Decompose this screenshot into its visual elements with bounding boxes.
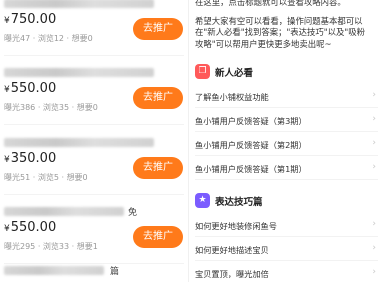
blurred-listing-title — [4, 266, 104, 275]
divider — [4, 194, 184, 195]
listing-price: ¥550.00 — [4, 220, 57, 235]
chevron-right-icon: › — [372, 114, 376, 124]
gift-icon: ❐ — [195, 64, 210, 79]
blurred-listing-title — [4, 207, 124, 216]
promote-button[interactable]: 去推广 — [133, 226, 183, 248]
listing-item[interactable]: 免 ¥550.00 曝光295 · 浏览33 · 想要1 去推广 — [0, 206, 188, 264]
section-header-newbie: ❐ 新人必看 — [195, 62, 375, 82]
listing-stats: 曝光295 · 浏览33 · 想要1 — [4, 242, 98, 251]
listing-price: ¥750.00 — [4, 12, 57, 27]
promote-button[interactable]: 去推广 — [133, 157, 183, 179]
guide-item[interactable]: 如何更好地装修闲鱼号 › — [195, 215, 378, 237]
blurred-listing-title — [4, 68, 154, 77]
listing-price: ¥550.00 — [4, 81, 57, 96]
section-header-expression: ★ 表达技巧篇 — [195, 191, 375, 211]
listing-stats: 曝光47 · 浏览12 · 想要0 — [4, 34, 93, 43]
chevron-right-icon: › — [372, 162, 376, 172]
listing-item[interactable]: 篇 — [0, 262, 188, 282]
listing-price: ¥350.00 — [4, 151, 57, 166]
star-icon: ★ — [195, 193, 210, 208]
my-listings-panel: ¥750.00 曝光47 · 浏览12 · 想要0 去推广 ¥550.00 曝光… — [0, 0, 188, 282]
chevron-right-icon: › — [372, 138, 376, 148]
listing-stats: 曝光51 · 浏览5 · 想要0 — [4, 173, 88, 182]
chevron-right-icon: › — [372, 219, 376, 229]
listing-item[interactable]: ¥550.00 曝光386 · 浏览35 · 想要0 去推广 — [0, 67, 188, 125]
listing-title-fragment: 免 — [128, 208, 138, 218]
guide-item[interactable]: 鱼小铺用户反馈答疑（第1期） › — [195, 158, 378, 180]
guide-item[interactable]: 如何更好地描述宝贝 › — [195, 239, 378, 261]
divider — [4, 55, 184, 56]
guide-intro-text: 在这里，点击标题就可以查看攻略内容。 希望大家有空可以看看，操作问题基本都可以 … — [195, 0, 366, 49]
guide-item[interactable]: 鱼小铺用户反馈答疑（第3期） › — [195, 110, 378, 132]
blurred-listing-title — [4, 0, 154, 8]
divider — [4, 124, 184, 125]
listing-item[interactable]: ¥350.00 曝光51 · 浏览5 · 想要0 去推广 — [0, 137, 188, 195]
chevron-right-icon: › — [372, 243, 376, 253]
chevron-right-icon: › — [372, 267, 376, 277]
promote-button[interactable]: 去推广 — [133, 18, 183, 40]
blurred-listing-title — [4, 138, 154, 147]
listing-item[interactable]: ¥750.00 曝光47 · 浏览12 · 想要0 去推广 — [0, 0, 188, 56]
guide-item[interactable]: 鱼小铺用户反馈答疑（第2期） › — [195, 134, 378, 156]
listing-stats: 曝光386 · 浏览35 · 想要0 — [4, 103, 98, 112]
chevron-right-icon: › — [372, 90, 376, 100]
guide-item[interactable]: 了解鱼小铺权益功能 › — [195, 86, 378, 108]
guide-panel: 在这里，点击标题就可以查看攻略内容。 希望大家有空可以看看，操作问题基本都可以 … — [189, 0, 380, 282]
listing-title-fragment: 篇 — [110, 267, 120, 277]
promote-button[interactable]: 去推广 — [133, 87, 183, 109]
